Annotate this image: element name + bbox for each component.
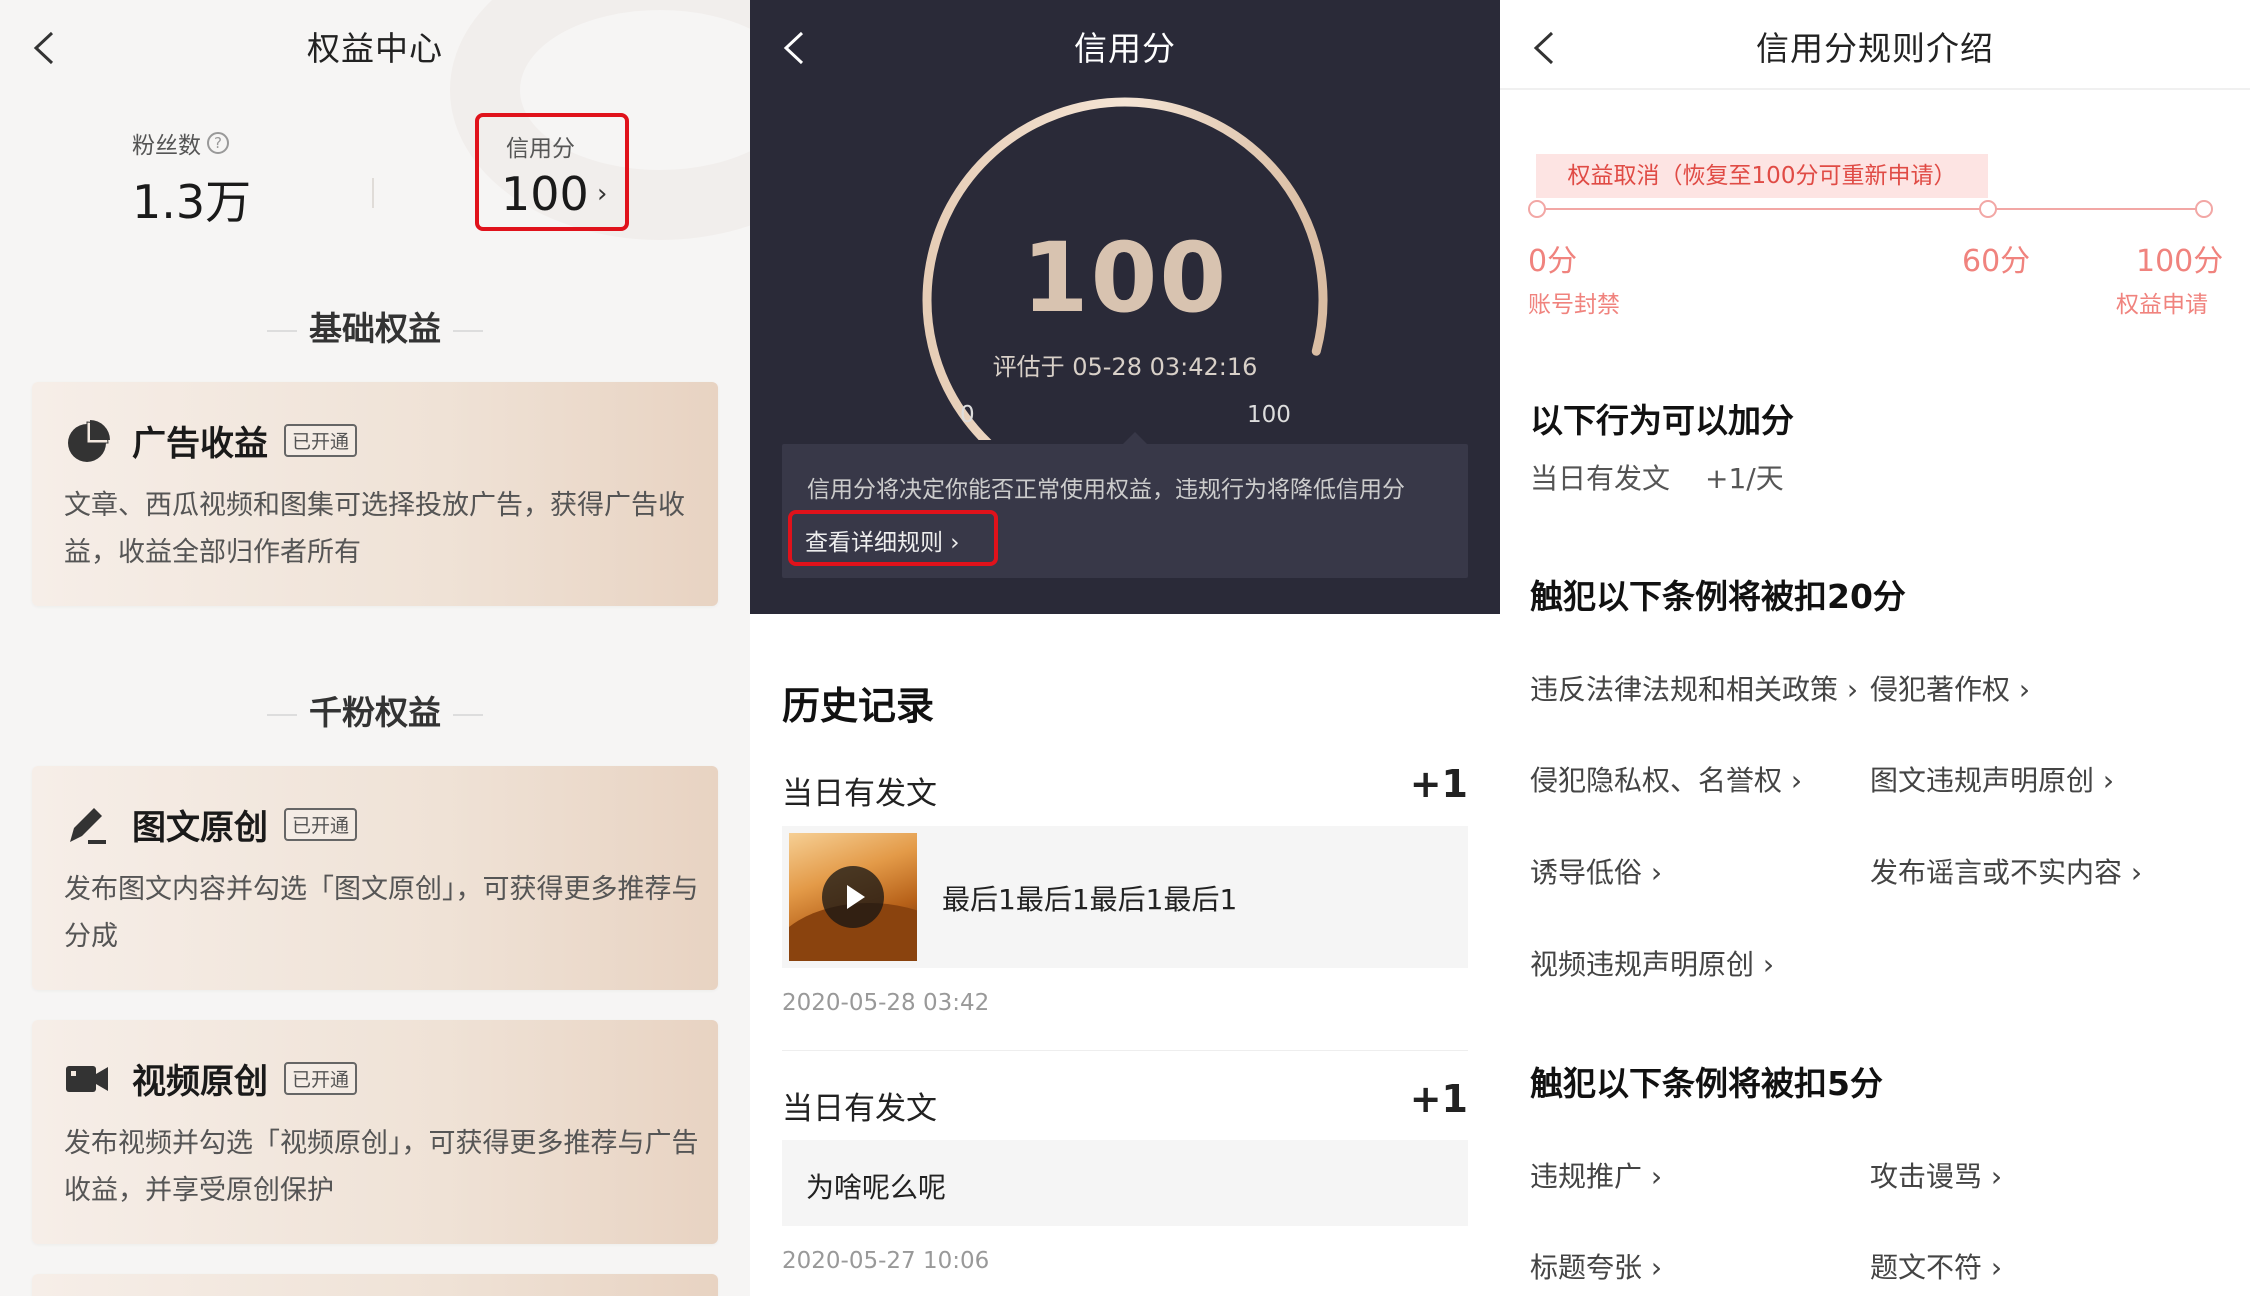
card-title: 广告收益 [132,424,268,464]
rule-item[interactable]: 侵犯隐私权、名誉权 › [1530,759,1802,799]
rule-item[interactable]: 发布谣言或不实内容 › [1870,851,2142,891]
dash-left [267,329,297,332]
pie-chart-icon [68,419,110,462]
scale-dot-60 [1979,200,1997,218]
add-points-rate: +1/天 [1705,462,1784,495]
dash-left [267,713,297,716]
fans-stat: 粉丝数 ? 1.3万 [132,126,251,232]
rule-item[interactable]: 诱导低俗 › [1530,851,1662,891]
scale-label-0: 0分 [1528,244,1578,279]
status-badge: 已开通 [284,808,358,841]
fans-label: 粉丝数 [132,133,201,159]
section-title-basic: 基础权益 [0,302,750,350]
card-head-article-original: 图文原创 已开通 [64,800,358,849]
card-head-ad-revenue: 广告收益 已开通 [64,416,358,465]
gauge-min-label: 0 [960,402,975,428]
card-title: 图文原创 [132,808,268,848]
credit-score-screen: 信用分 100 评估于 05-28 03:42:16 0 100 信用分将决定你… [750,0,1500,1296]
add-points-item: 当日有发文 [1530,462,1671,495]
score-value: 100 [1021,222,1229,334]
deduct-20-title: 触犯以下条例将被扣20分 [1530,577,1906,616]
scale-label-60: 60分 [1962,244,2031,279]
add-points-title: 以下行为可以加分 [1530,401,1794,440]
fans-value: 1.3万 [132,175,252,229]
rule-item[interactable]: 违反法律法规和相关政策 › [1530,668,1858,708]
page-title: 权益中心 [307,29,443,68]
dash-right [453,713,483,716]
rule-item[interactable]: 图文违规声明原创 › [1870,759,2114,799]
record-content[interactable]: 最后1最后1最后1最后1 [782,826,1468,968]
card-head-video-original: 视频原创 已开通 [64,1054,358,1103]
credit-value: 100 [501,167,589,221]
chevron-right-icon: › [597,179,608,209]
benefits-center-screen: 权益中心 粉丝数 ? 1.3万 信用分 100 › 基础权益 广告收益 已开通 … [0,0,750,1296]
rule-item[interactable]: 侵犯著作权 › [1870,668,2030,708]
notice-box: 信用分将决定你能否正常使用权益，违规行为将降低信用分 查看详细规则 › [782,432,1468,578]
divider [1500,88,2250,90]
record-content-text: 为啥呢么呢 [806,1171,947,1204]
credit-rules-screen: 信用分规则介绍 权益取消（恢复至100分可重新申请） 0分 60分 100分 账… [1500,0,2250,1296]
record-content[interactable]: 为啥呢么呢 [782,1140,1468,1226]
record-score: +1 [1409,1077,1468,1121]
score-header: 信用分 100 评估于 05-28 03:42:16 0 100 信用分将决定你… [750,0,1500,614]
record-title: 当日有发文 [782,1091,937,1127]
record-time: 2020-05-27 10:06 [782,1248,990,1274]
record-title: 当日有发文 [782,776,937,812]
credit-label: 信用分 [506,136,575,162]
section-title-basic-label: 基础权益 [309,309,441,348]
rule-item[interactable]: 视频违规声明原创 › [1530,943,1774,983]
benefit-card-partial[interactable] [32,1274,718,1296]
video-camera-icon [66,1065,108,1092]
card-title: 视频原创 [132,1062,268,1102]
scale-sub-100: 权益申请 [2116,292,2208,318]
history-title: 历史记录 [782,684,935,728]
play-icon [822,866,884,928]
stat-divider [372,178,374,208]
divider [782,1050,1468,1051]
notice-text: 信用分将决定你能否正常使用权益，违规行为将降低信用分 [807,477,1405,503]
card-description: 发布图文内容并勾选「图文原创」，可获得更多推荐与分成 [64,874,699,952]
page-title: 信用分规则介绍 [1756,29,1994,68]
evaluated-time: 评估于 05-28 03:42:16 [992,353,1258,381]
scale-dot-100 [2195,200,2213,218]
status-badge: 已开通 [284,1062,358,1095]
rule-item[interactable]: 攻击谩骂 › [1870,1155,2002,1195]
credit-score-entry[interactable]: 信用分 100 › [475,113,629,231]
notice-pointer [1123,432,1147,444]
rule-item[interactable]: 违规推广 › [1530,1155,1662,1195]
gauge-max-label: 100 [1247,402,1291,428]
rule-item[interactable]: 标题夸张 › [1530,1246,1662,1286]
benefit-cancel-chip: 权益取消（恢复至100分可重新申请） [1536,154,1988,198]
view-rules-link[interactable]: 查看详细规则 › [788,510,998,566]
record-time: 2020-05-28 03:42 [782,990,990,1016]
card-description: 文章、西瓜视频和图集可选择投放广告，获得广告收益，收益全部归作者所有 [64,490,685,568]
score-scale-track [1538,208,2204,210]
record-score: +1 [1409,762,1468,806]
scale-sub-0: 账号封禁 [1528,292,1620,318]
card-description: 发布视频并勾选「视频原创」，可获得更多推荐与广告收益，并享受原创保护 [64,1128,699,1206]
rule-item[interactable]: 题文不符 › [1870,1246,2002,1286]
scale-label-100: 100分 [2136,244,2224,279]
status-badge: 已开通 [284,424,358,457]
video-thumbnail [789,833,917,961]
fans-label-row: 粉丝数 ? [132,126,251,160]
benefit-card-ad-revenue[interactable]: 广告收益 已开通 文章、西瓜视频和图集可选择投放广告，获得广告收益，收益全部归作… [32,382,718,606]
section-title-thousand-fans: 千粉权益 [0,686,750,734]
help-icon[interactable]: ? [207,132,229,154]
section-title-thousand-fans-label: 千粉权益 [309,693,441,732]
pen-icon [70,807,106,844]
benefit-card-article-original[interactable]: 图文原创 已开通 发布图文内容并勾选「图文原创」，可获得更多推荐与分成 [32,766,718,990]
scale-dot-0 [1528,200,1546,218]
record-content-text: 最后1最后1最后1最后1 [942,883,1238,916]
dash-right [453,329,483,332]
benefit-card-video-original[interactable]: 视频原创 已开通 发布视频并勾选「视频原创」，可获得更多推荐与广告收益，并享受原… [32,1020,718,1244]
deduct-5-title: 触犯以下条例将被扣5分 [1530,1064,1883,1103]
